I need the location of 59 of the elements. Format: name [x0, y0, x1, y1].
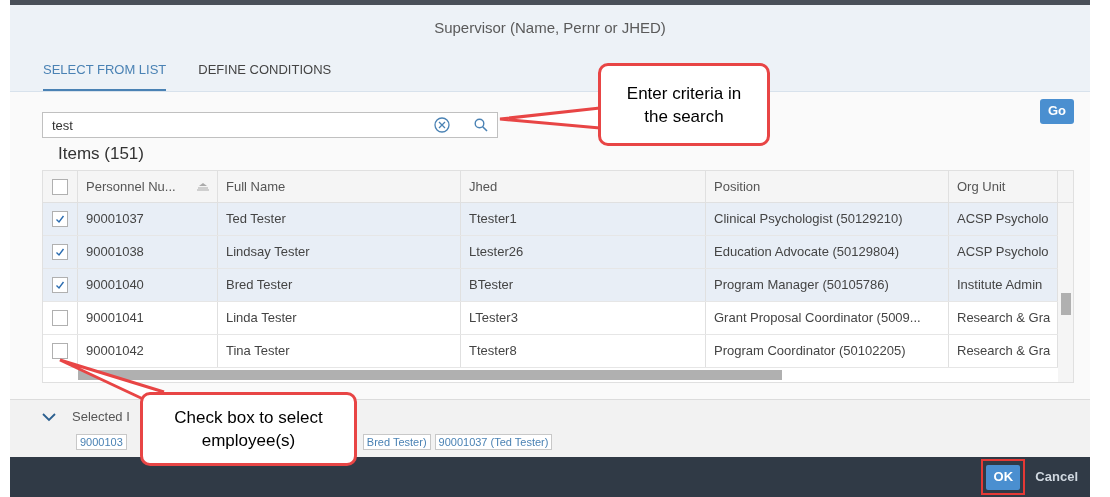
table-cell-text: 90001041: [86, 309, 144, 328]
table-cell-text: 90001038: [86, 243, 144, 262]
table-cell-text: 90001037: [86, 210, 144, 229]
table-cell-text: Ttester8: [469, 342, 517, 361]
table-row[interactable]: 90001037 Ted Tester Ttester1 Clinical Psychologist (50129210) ACSP Psycholo: [43, 203, 1058, 236]
callout: Check box to select employee(s): [140, 392, 357, 466]
callout: Enter criteria in the search: [598, 63, 770, 146]
dialog-title: Supervisor (Name, Pernr or JHED): [434, 17, 666, 38]
column-header[interactable]: Position: [706, 171, 949, 202]
table-cell-text: LTester3: [469, 309, 518, 328]
table-row[interactable]: 90001041 Linda Tester LTester3 Grant Proposal Coordinator (5009... Research & Gra: [43, 302, 1058, 335]
table-cell-text: 90001040: [86, 276, 144, 295]
table-cell-text: Research & Gra: [957, 309, 1051, 328]
table-cell-text: Education Advocate (50129804): [714, 243, 900, 262]
checkbox[interactable]: [52, 244, 68, 260]
selected-token[interactable]: 9000103: [76, 434, 127, 450]
table-cell-text: Ttester1: [469, 210, 517, 229]
table-cell-text: ACSP Psycholo: [957, 243, 1049, 262]
table-cell-text: Clinical Psychologist (50129210): [714, 210, 903, 229]
sort-icon: [197, 182, 209, 191]
table-cell-text: Grant Proposal Coordinator (5009...: [714, 309, 921, 328]
table-cell-text: Research & Gra: [957, 342, 1051, 361]
tab[interactable]: SELECT FROM LIST: [43, 51, 167, 91]
vertical-scrollbar[interactable]: [1061, 293, 1071, 315]
checkbox[interactable]: [52, 211, 68, 227]
tab[interactable]: DEFINE CONDITIONS: [198, 51, 332, 91]
chevron-down-icon[interactable]: [42, 412, 56, 422]
table-cell-text: Bred Tester: [226, 276, 293, 295]
check-icon: [55, 280, 65, 290]
search-icon[interactable]: [474, 118, 488, 132]
table-cell-text: Lindsay Tester: [226, 243, 310, 262]
check-icon: [55, 214, 65, 224]
column-header[interactable]: Jhed: [461, 171, 706, 202]
selected-token[interactable]: Bred Tester): [362, 434, 431, 450]
clear-icon[interactable]: [434, 117, 450, 133]
checkbox[interactable]: [52, 310, 68, 326]
selected-items-label: Selected I: [72, 408, 130, 427]
table-row[interactable]: 90001040 Bred Tester BTester Program Manager (50105786) Institute Admin: [43, 269, 1058, 302]
items-count: Items (151): [58, 143, 144, 166]
checkbox[interactable]: [52, 277, 68, 293]
selected-token[interactable]: 90001037 (Ted Tester): [434, 434, 553, 450]
table-cell-text: Linda Tester: [226, 309, 297, 328]
column-header[interactable]: Personnel Nu...: [78, 171, 218, 202]
checkbox[interactable]: [52, 343, 68, 359]
table-cell-text: BTester: [469, 276, 514, 295]
column-header[interactable]: Full Name: [218, 171, 461, 202]
table-cell-text: Program Manager (50105786): [714, 276, 889, 295]
table-cell-text: 90001042: [86, 342, 144, 361]
table-cell-text: Institute Admin: [957, 276, 1043, 295]
table-row[interactable]: 90001038 Lindsay Tester Ltester26 Education Advocate (50129804) ACSP Psycholo: [43, 236, 1058, 269]
table-cell-text: Tina Tester: [226, 342, 290, 361]
table-cell-text: ACSP Psycholo: [957, 210, 1049, 229]
table-cell-text: Ted Tester: [226, 210, 286, 229]
column-header[interactable]: Org Unit: [949, 171, 1058, 202]
table-cell-text: Program Coordinator (50102205): [714, 342, 906, 361]
cancel-button[interactable]: Cancel: [1035, 467, 1078, 487]
checkbox[interactable]: [52, 178, 68, 195]
check-icon: [55, 247, 65, 257]
table-cell-text: Ltester26: [469, 243, 524, 262]
